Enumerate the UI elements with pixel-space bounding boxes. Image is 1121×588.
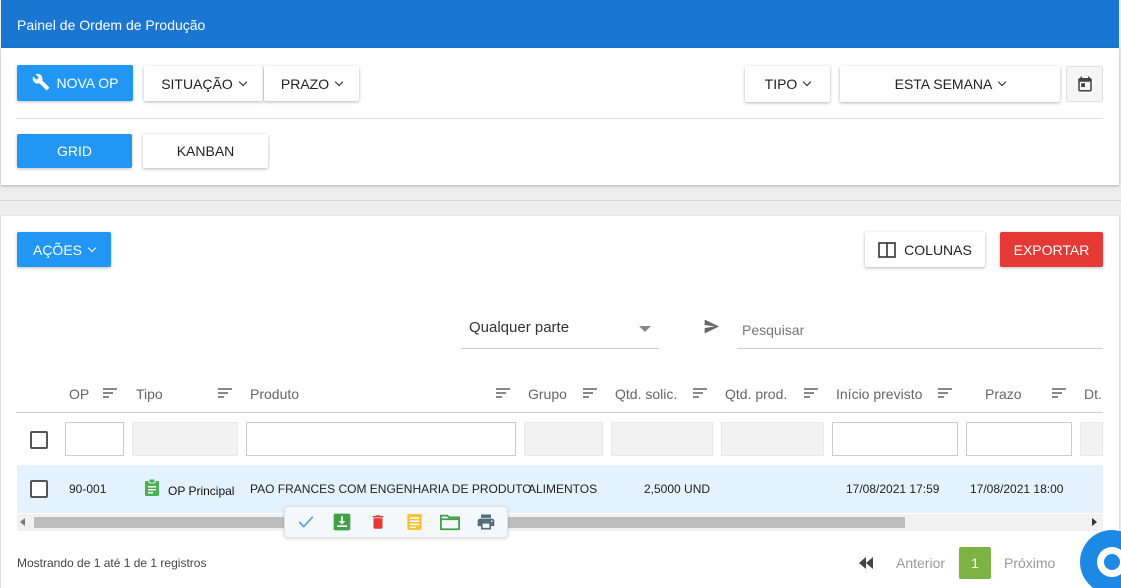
notes-icon[interactable] — [405, 512, 424, 532]
columns-icon — [878, 241, 896, 258]
cell-op: 90-001 — [69, 482, 107, 496]
page-title: Painel de Ordem de Produção — [1, 0, 1119, 48]
situacao-dropdown[interactable]: SITUAÇÃO — [144, 66, 263, 101]
kanban-view-button[interactable]: KANBAN — [143, 134, 268, 168]
row-checkbox[interactable] — [30, 480, 48, 498]
dropdown-arrow-icon — [639, 326, 651, 332]
column-header-tipo[interactable]: Tipo — [136, 386, 163, 402]
filter-qtd-solic-input[interactable] — [611, 422, 713, 456]
column-header-grupo[interactable]: Grupo — [528, 386, 567, 402]
colunas-button[interactable]: COLUNAS — [865, 232, 985, 267]
search-scope-value: Qualquer parte — [469, 319, 570, 336]
periodo-label: ESTA SEMANA — [894, 76, 993, 92]
sort-icon[interactable] — [938, 388, 952, 398]
exportar-label: EXPORTAR — [1013, 241, 1090, 258]
table-panel — [1, 216, 1119, 588]
sort-icon[interactable] — [496, 388, 510, 398]
search-input[interactable]: Pesquisar — [737, 310, 1103, 349]
tipo-dropdown[interactable]: TIPO — [745, 66, 830, 102]
cell-grupo: ALIMENTOS — [528, 482, 598, 496]
records-info: Mostrando de 1 até 1 de 1 registros — [17, 556, 207, 570]
tipo-label: TIPO — [764, 76, 798, 92]
folder-icon[interactable] — [439, 512, 461, 532]
periodo-dropdown[interactable]: ESTA SEMANA — [840, 66, 1060, 102]
grid-label: GRID — [57, 143, 92, 159]
acoes-dropdown[interactable]: AÇÕES — [17, 232, 111, 267]
sort-icon[interactable] — [103, 388, 117, 398]
nova-op-button[interactable]: NOVA OP — [17, 65, 133, 101]
sort-icon[interactable] — [804, 388, 818, 398]
delete-icon[interactable] — [369, 512, 387, 532]
chevron-down-icon — [334, 77, 344, 86]
toolbar-divider — [16, 118, 1103, 119]
situacao-label: SITUAÇÃO — [161, 75, 233, 92]
column-header-prazo[interactable]: Prazo — [985, 386, 1022, 402]
filter-tipo-select[interactable] — [132, 422, 238, 456]
first-page-icon[interactable] — [858, 557, 874, 569]
calendar-icon — [1077, 76, 1092, 92]
clipboard-icon — [145, 479, 159, 496]
column-header-op[interactable]: OP — [69, 386, 89, 402]
cell-inicio: 17/08/2021 17:59 — [846, 482, 940, 496]
chevron-down-icon — [238, 77, 248, 86]
grid-view-button[interactable]: GRID — [17, 134, 132, 168]
print-icon[interactable] — [475, 512, 497, 532]
sort-icon[interactable] — [1052, 388, 1066, 398]
filter-dt-input[interactable] — [1080, 422, 1103, 456]
filter-prazo-input[interactable] — [966, 422, 1072, 456]
filter-qtd-prod-input[interactable] — [721, 422, 824, 456]
filter-inicio-input[interactable] — [832, 422, 958, 456]
select-all-checkbox[interactable] — [30, 431, 48, 449]
search-placeholder: Pesquisar — [742, 322, 805, 338]
filter-produto-input[interactable] — [246, 422, 516, 456]
column-header-produto[interactable]: Produto — [250, 386, 299, 402]
prazo-dropdown[interactable]: PRAZO — [264, 66, 359, 101]
column-header-inicio[interactable]: Início previsto — [836, 386, 922, 402]
send-icon[interactable] — [703, 319, 720, 334]
cell-qtd-solic: 2,5000 UND — [644, 482, 711, 496]
next-page-link[interactable]: Próximo — [1004, 555, 1055, 571]
chat-widget[interactable] — [1080, 530, 1121, 588]
sort-icon[interactable] — [218, 388, 232, 398]
chevron-down-icon — [87, 243, 97, 252]
cell-prazo: 17/08/2021 18:00 — [970, 482, 1064, 496]
kanban-label: KANBAN — [176, 143, 235, 159]
colunas-label: COLUNAS — [904, 241, 972, 258]
previous-page-link[interactable]: Anterior — [896, 555, 945, 571]
nova-op-label: NOVA OP — [56, 75, 119, 91]
column-header-qtd-solic[interactable]: Qtd. solic. — [615, 386, 677, 402]
section-separator — [0, 200, 1121, 201]
chevron-down-icon — [998, 77, 1007, 87]
exportar-button[interactable]: EXPORTAR — [1000, 232, 1103, 267]
cell-produto: PAO FRANCES COM ENGENHARIA DE PRODUTO — [250, 482, 532, 496]
check-icon[interactable] — [296, 513, 316, 531]
scroll-right-icon[interactable] — [1092, 518, 1097, 526]
column-header-dt[interactable]: Dt. — [1084, 386, 1102, 402]
sort-icon[interactable] — [583, 388, 597, 398]
search-scope-select[interactable]: Qualquer parte — [461, 310, 659, 349]
filter-grupo-select[interactable] — [524, 422, 603, 456]
column-header-qtd-prod[interactable]: Qtd. prod. — [725, 386, 787, 402]
chat-bubble-icon — [1080, 530, 1121, 588]
download-box-icon[interactable] — [332, 512, 352, 532]
sort-icon[interactable] — [693, 388, 707, 398]
wrench-icon — [32, 73, 49, 91]
scroll-left-icon[interactable] — [20, 518, 25, 526]
calendar-button[interactable] — [1066, 66, 1103, 102]
filter-op-input[interactable] — [65, 422, 124, 456]
chevron-down-icon — [803, 77, 812, 87]
page-number-1[interactable]: 1 — [959, 547, 991, 579]
acoes-label: AÇÕES — [32, 241, 82, 258]
header-divider — [16, 412, 1103, 413]
cell-tipo: OP Principal — [168, 484, 235, 498]
prazo-label: PRAZO — [280, 75, 330, 92]
